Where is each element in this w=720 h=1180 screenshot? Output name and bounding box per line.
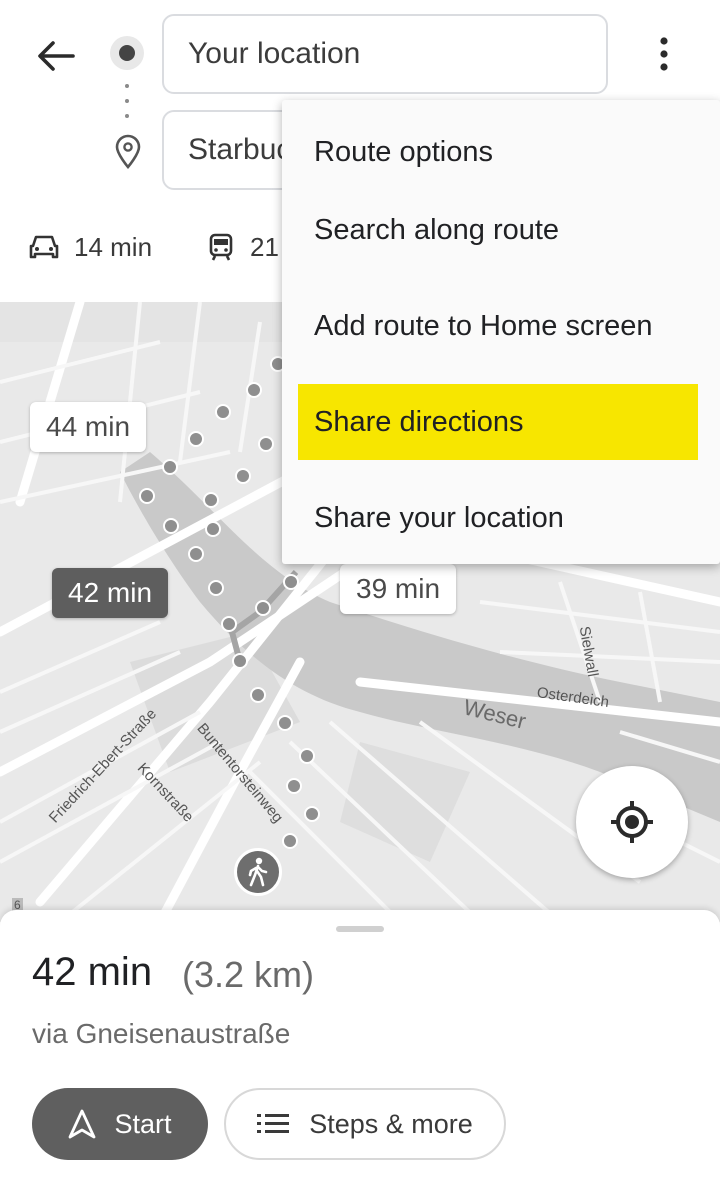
route-duration: 42 min: [32, 950, 153, 994]
more-options-button[interactable]: [640, 28, 688, 80]
sheet-drag-handle[interactable]: [336, 926, 384, 932]
menu-item-add-route-to-home[interactable]: Add route to Home screen: [298, 288, 698, 364]
car-icon: [29, 235, 59, 259]
my-location-button[interactable]: [576, 766, 688, 878]
driving-time: 14 min: [74, 231, 153, 262]
overflow-menu: Route options Search along route Add rou…: [282, 100, 720, 564]
route-time-label[interactable]: 44 min: [30, 402, 147, 452]
menu-item-route-options[interactable]: Route options: [298, 114, 698, 190]
route-connector-dots: [125, 84, 129, 118]
more-vert-icon: [660, 37, 668, 71]
menu-item-search-along-route[interactable]: Search along route: [298, 192, 698, 268]
steps-button-label: Steps & more: [309, 1108, 473, 1139]
arrow-back-icon: [38, 41, 75, 71]
tab-transit[interactable]: 21: [206, 222, 279, 272]
menu-item-share-location[interactable]: Share your location: [298, 480, 698, 556]
start-button-label: Start: [114, 1108, 172, 1139]
route-via: via Gneisenaustraße: [32, 1018, 291, 1049]
route-summary-sheet[interactable]: 42 min (3.2 km) via Gneisenaustraße Star…: [0, 910, 720, 1180]
crosshair-location-icon: [611, 801, 653, 843]
route-distance: (3.2 km): [182, 954, 315, 995]
transit-icon: [209, 233, 233, 261]
menu-item-share-directions[interactable]: Share directions: [298, 384, 698, 460]
walking-marker[interactable]: [234, 848, 282, 896]
origin-input[interactable]: Your location: [162, 14, 608, 94]
transit-time: 21: [250, 231, 279, 262]
navigation-arrow-icon: [69, 1109, 96, 1139]
start-button[interactable]: Start: [32, 1088, 208, 1160]
walking-person-icon: [248, 857, 268, 887]
destination-pin-icon: [112, 134, 144, 170]
steps-and-more-button[interactable]: Steps & more: [224, 1088, 506, 1160]
selected-route-time-label[interactable]: 42 min: [52, 568, 169, 618]
origin-dot-icon: [110, 36, 144, 70]
route-time-label[interactable]: 39 min: [340, 564, 457, 614]
tab-driving[interactable]: 14 min: [28, 222, 152, 272]
back-button[interactable]: [30, 30, 82, 82]
list-icon: [257, 1114, 290, 1133]
